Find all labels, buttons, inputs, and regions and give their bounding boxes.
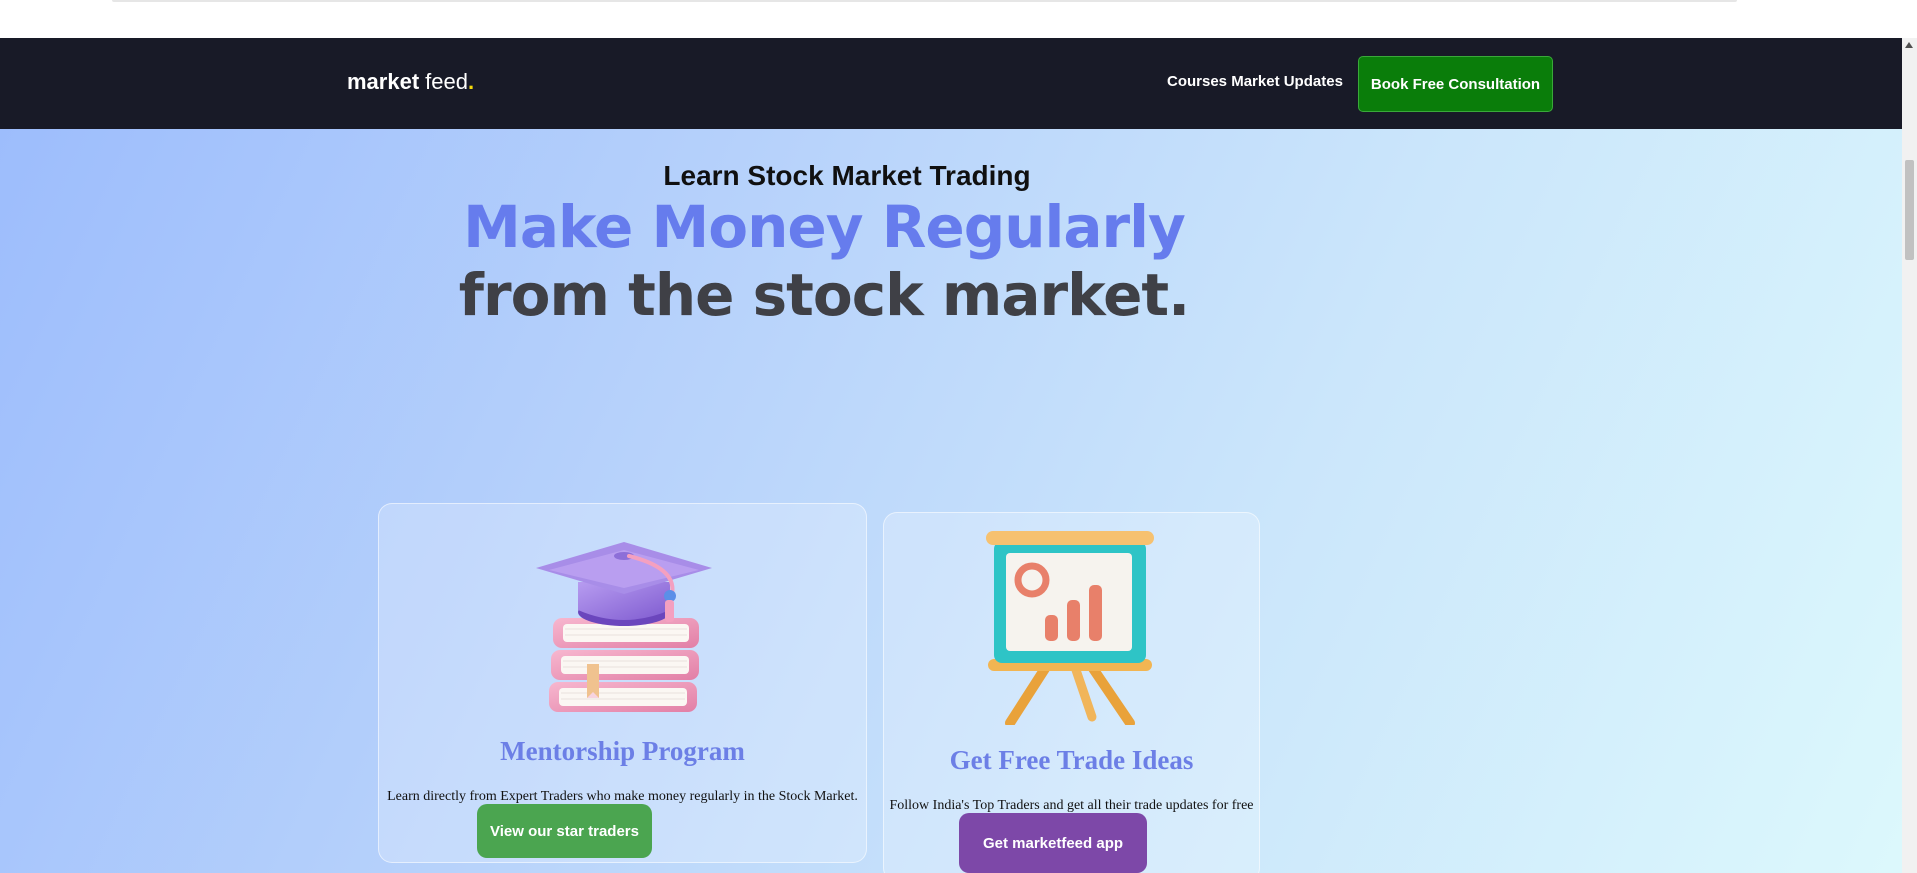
nav-links: Courses Market Updates [1167, 73, 1343, 90]
card-title: Get Free Trade Ideas [949, 745, 1194, 775]
book-consultation-button[interactable]: Book Free Consultation [1358, 56, 1553, 112]
top-divider [112, 0, 1737, 2]
card-title: Mentorship Program [500, 736, 745, 766]
hero-headline-line2: from the stock market. [458, 261, 1190, 329]
card-description: Follow India's Top Traders and get all t… [889, 798, 1254, 813]
logo-dot: . [467, 69, 475, 94]
get-app-button[interactable]: Get marketfeed app [959, 813, 1147, 873]
trade-ideas-card: Get Free Trade Ideas Follow India's Top … [883, 512, 1260, 873]
hero-headline-line1: Make Money Regularly [463, 193, 1186, 261]
nav-link-courses[interactable]: Courses [1167, 73, 1227, 90]
mentorship-card: Mentorship Program Learn directly from E… [378, 503, 867, 863]
nav-link-market-updates[interactable]: Market Updates [1231, 73, 1343, 90]
scroll-up-arrow-icon[interactable] [1905, 42, 1913, 48]
page-scrollbar[interactable] [1902, 38, 1917, 873]
card-description: Learn directly from Expert Traders who m… [387, 789, 858, 804]
logo-feed: feed [425, 69, 468, 94]
view-star-traders-button[interactable]: View our star traders [477, 804, 652, 858]
logo-market: market [347, 69, 420, 94]
hero-eyebrow: Learn Stock Market Trading [663, 160, 1031, 191]
logo[interactable]: market feed. [347, 70, 474, 94]
graduation-cap-books-icon [536, 542, 712, 712]
browser-top-strip [0, 0, 1902, 38]
presentation-board-chart-icon [986, 531, 1154, 725]
hero-section: Learn Stock Market Trading Make Money Re… [0, 129, 1902, 873]
scrollbar-thumb[interactable] [1905, 160, 1914, 260]
navbar: market feed. Courses Market Updates Book … [0, 38, 1902, 129]
